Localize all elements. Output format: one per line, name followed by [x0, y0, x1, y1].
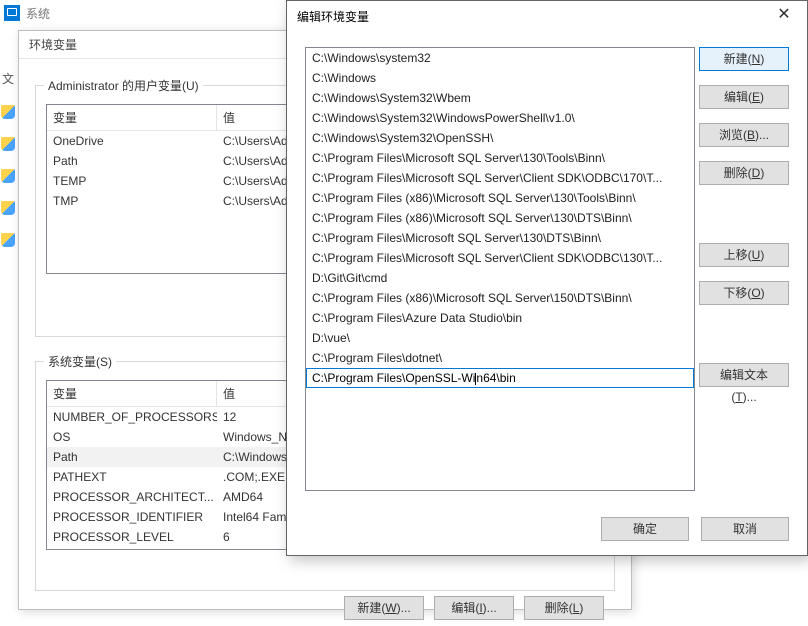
list-item[interactable]: D:\Git\Git\cmd	[306, 268, 694, 288]
list-item[interactable]: C:\Windows\system32	[306, 48, 694, 68]
list-item-editing[interactable]: C:\Program Files\OpenSSL-Win64\bin	[306, 368, 694, 388]
edit-dialog-titlebar[interactable]: 编辑环境变量 ✕	[287, 1, 807, 31]
edit-side-buttons: 新建(N) 编辑(E) 浏览(B)... 删除(D) 上移(U) 下移(O) 编…	[699, 47, 789, 387]
delete-button[interactable]: 删除(D)	[699, 161, 789, 185]
ok-button[interactable]: 确定	[601, 517, 689, 541]
list-item[interactable]: D:\vue\	[306, 328, 694, 348]
system-vars-buttons: 新建(W)... 编辑(I)... 删除(L)	[344, 596, 604, 620]
edit-dialog-footer: 确定 取消	[601, 517, 789, 541]
edit-dialog-title: 编辑环境变量	[297, 8, 369, 25]
list-item[interactable]: C:\Program Files\dotnet\	[306, 348, 694, 368]
new-button[interactable]: 新建(W)...	[344, 596, 424, 620]
list-item[interactable]: C:\Windows\System32\WindowsPowerShell\v1…	[306, 108, 694, 128]
cancel-button[interactable]: 取消	[701, 517, 789, 541]
system-left-menu: 文	[0, 70, 16, 265]
edit-button[interactable]: 编辑(E)	[699, 85, 789, 109]
shield-icon	[1, 201, 15, 215]
list-item[interactable]: C:\Windows	[306, 68, 694, 88]
shield-icon	[1, 233, 15, 247]
list-item[interactable]: C:\Windows\System32\OpenSSH\	[306, 128, 694, 148]
new-button[interactable]: 新建(N)	[699, 47, 789, 71]
list-item[interactable]: C:\Program Files\Microsoft SQL Server\Cl…	[306, 248, 694, 268]
browse-button[interactable]: 浏览(B)...	[699, 123, 789, 147]
shield-icon	[1, 105, 15, 119]
list-item[interactable]: C:\Program Files\Azure Data Studio\bin	[306, 308, 694, 328]
edit-text-button[interactable]: 编辑文本(T)...	[699, 363, 789, 387]
list-item[interactable]: C:\Program Files (x86)\Microsoft SQL Ser…	[306, 288, 694, 308]
close-icon[interactable]: ✕	[761, 1, 807, 31]
list-item[interactable]: C:\Program Files\Microsoft SQL Server\Cl…	[306, 168, 694, 188]
list-item[interactable]: C:\Program Files (x86)\Microsoft SQL Ser…	[306, 208, 694, 228]
move-up-button[interactable]: 上移(U)	[699, 243, 789, 267]
col-variable[interactable]: 变量	[47, 381, 217, 406]
user-vars-legend: Administrator 的用户变量(U)	[44, 77, 203, 94]
edit-button[interactable]: 编辑(I)...	[434, 596, 514, 620]
shield-icon	[1, 169, 15, 183]
path-listbox[interactable]: C:\Windows\system32C:\WindowsC:\Windows\…	[305, 47, 695, 491]
move-down-button[interactable]: 下移(O)	[699, 281, 789, 305]
shield-icon	[1, 137, 15, 151]
col-variable[interactable]: 变量	[47, 105, 217, 130]
menu-text-glyph[interactable]: 文	[0, 70, 16, 87]
system-vars-legend: 系统变量(S)	[44, 353, 116, 370]
list-item[interactable]: C:\Program Files (x86)\Microsoft SQL Ser…	[306, 188, 694, 208]
list-item[interactable]: C:\Windows\System32\Wbem	[306, 88, 694, 108]
system-icon	[4, 5, 20, 21]
system-window-title: 系统	[26, 5, 50, 22]
list-item[interactable]: C:\Program Files\Microsoft SQL Server\13…	[306, 228, 694, 248]
edit-env-var-dialog: 编辑环境变量 ✕ C:\Windows\system32C:\WindowsC:…	[286, 0, 808, 556]
delete-button[interactable]: 删除(L)	[524, 596, 604, 620]
list-item[interactable]: C:\Program Files\Microsoft SQL Server\13…	[306, 148, 694, 168]
